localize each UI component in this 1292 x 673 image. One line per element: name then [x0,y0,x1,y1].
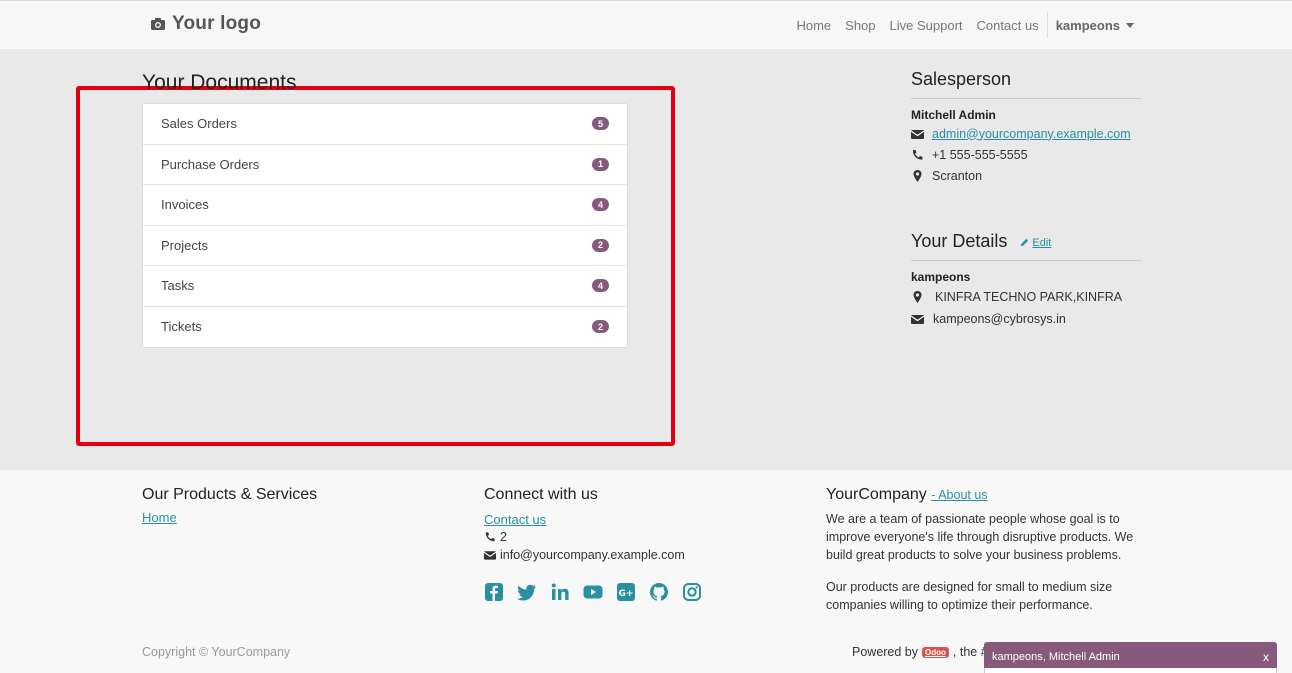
logo[interactable]: Your logo [150,13,261,35]
footer-about-column: YourCompany - About us We are a team of … [826,486,1138,628]
main-nav: Home Shop Live Support Contact us kampeo… [782,1,1134,49]
salesperson-name: Mitchell Admin [911,108,996,122]
copyright: Copyright © YourCompany [142,645,291,659]
documents-list: Sales Orders 5 Purchase Orders 1 Invoice… [142,103,628,348]
google-plus-icon[interactable]: G+ [616,582,636,602]
footer-company-title: YourCompany [826,486,927,503]
details-title: Your Details [911,231,1008,251]
linkedin-icon[interactable] [550,582,570,602]
user-menu[interactable]: kampeons [1056,18,1134,33]
details-address-row: KINFRA TECHNO PARK,KINFRA [911,286,1141,307]
salesperson-title: Salesperson [911,69,1012,89]
chat-window-body [984,668,1277,673]
doc-item-label: Invoices [161,197,209,213]
phone-icon [485,532,495,542]
social-links: G+ [484,582,702,602]
doc-item-sales-orders[interactable]: Sales Orders 5 [143,104,627,145]
envelope-icon [911,129,924,139]
chat-title: kampeons, Mitchell Admin [992,651,1120,663]
map-marker-icon [913,169,922,182]
footer-connect-column: Connect with us Contact us 2 info@yourco… [484,486,702,602]
details-name: kampeons [911,270,971,284]
github-icon[interactable] [649,582,669,602]
nav-contact-us[interactable]: Contact us [977,18,1039,33]
salesperson-phone-row: +1 555-555-5555 [911,144,1141,165]
details-email-row: kampeons@cybrosys.in [911,308,1141,329]
doc-item-projects[interactable]: Projects 2 [143,226,627,266]
footer-connect-title: Connect with us [484,486,598,503]
top-navbar: Your logo Home Shop Live Support Contact… [0,0,1292,49]
doc-item-tickets[interactable]: Tickets 2 [143,307,627,348]
camera-icon [151,18,165,30]
doc-item-label: Sales Orders [161,116,237,132]
details-email: kampeons@cybrosys.in [933,311,1066,326]
footer-products-column: Our Products & Services Home [142,486,317,525]
divider [911,98,1141,99]
doc-item-label: Projects [161,237,208,253]
divider [911,260,1141,261]
doc-item-tasks[interactable]: Tasks 4 [143,266,627,307]
salesperson-location-row: Scranton [911,165,1141,186]
doc-item-label: Tasks [161,278,195,294]
doc-item-label: Tickets [161,319,202,335]
salesperson-email-row: admin@yourcompany.example.com [911,123,1141,144]
footer-about-link[interactable]: - About us [931,488,987,502]
details-address: KINFRA TECHNO PARK,KINFRA [935,289,1123,304]
count-badge: 2 [592,320,609,334]
powered-prefix: Powered by [852,645,919,659]
youtube-icon[interactable] [583,582,603,602]
count-badge: 5 [592,117,609,131]
salesperson-section: Salesperson Mitchell Admin admin@yourcom… [911,69,1141,186]
powered-suffix: , the # [952,645,988,659]
documents-title: Your Documents [142,71,297,94]
count-badge: 4 [592,279,609,293]
footer-about-paragraph-1: We are a team of passionate people whose… [826,512,1134,562]
instagram-icon[interactable] [682,582,702,602]
map-marker-icon [913,290,922,303]
nav-live-support[interactable]: Live Support [890,18,963,33]
user-name: kampeons [1055,17,1120,33]
facebook-icon[interactable] [484,582,504,602]
footer-phone-row: 2 [484,528,702,546]
count-badge: 2 [592,238,609,252]
chat-close-button[interactable]: x [1263,650,1269,664]
details-section: Your Details Edit kampeons KINFRA TECHNO… [911,231,1141,329]
footer-contact-link[interactable]: Contact us [484,512,546,527]
salesperson-phone: +1 555-555-5555 [932,147,1028,162]
nav-shop[interactable]: Shop [845,18,875,33]
footer-home-link[interactable]: Home [142,510,177,525]
footer-products-title: Our Products & Services [142,486,318,503]
salesperson-email-link[interactable]: admin@yourcompany.example.com [932,127,1131,141]
envelope-icon [911,314,924,324]
details-title-row: Your Details Edit [911,231,1141,252]
odoo-link[interactable]: Odoo [922,646,949,658]
count-badge: 4 [592,198,609,212]
footer-email: info@yourcompany.example.com [500,548,685,562]
footer-email-row: info@yourcompany.example.com [484,546,702,564]
nav-divider [1046,12,1048,38]
footer-phone: 2 [500,530,507,544]
envelope-icon [484,551,496,560]
salesperson-location: Scranton [932,168,983,183]
chat-window-header[interactable]: kampeons, Mitchell Admin x [984,642,1277,673]
caret-down-icon [1126,22,1134,28]
footer-about-paragraph-2: Our products are designed for small to m… [826,580,1113,612]
logo-text: Your logo [172,13,262,34]
edit-label: Edit [1032,236,1052,249]
powered-by: Powered by Odoo , the # [852,645,988,659]
footer-company-title-row: YourCompany - About us [826,486,1138,504]
phone-icon [912,149,923,160]
twitter-icon[interactable] [517,582,537,602]
doc-item-invoices[interactable]: Invoices 4 [143,185,627,226]
doc-item-label: Purchase Orders [161,156,260,172]
count-badge: 1 [592,157,609,171]
doc-item-purchase-orders[interactable]: Purchase Orders 1 [143,145,627,185]
nav-home[interactable]: Home [796,18,831,33]
svg-text:G+: G+ [619,589,634,599]
pencil-icon [1021,238,1029,247]
edit-details-link[interactable]: Edit [1020,237,1051,249]
